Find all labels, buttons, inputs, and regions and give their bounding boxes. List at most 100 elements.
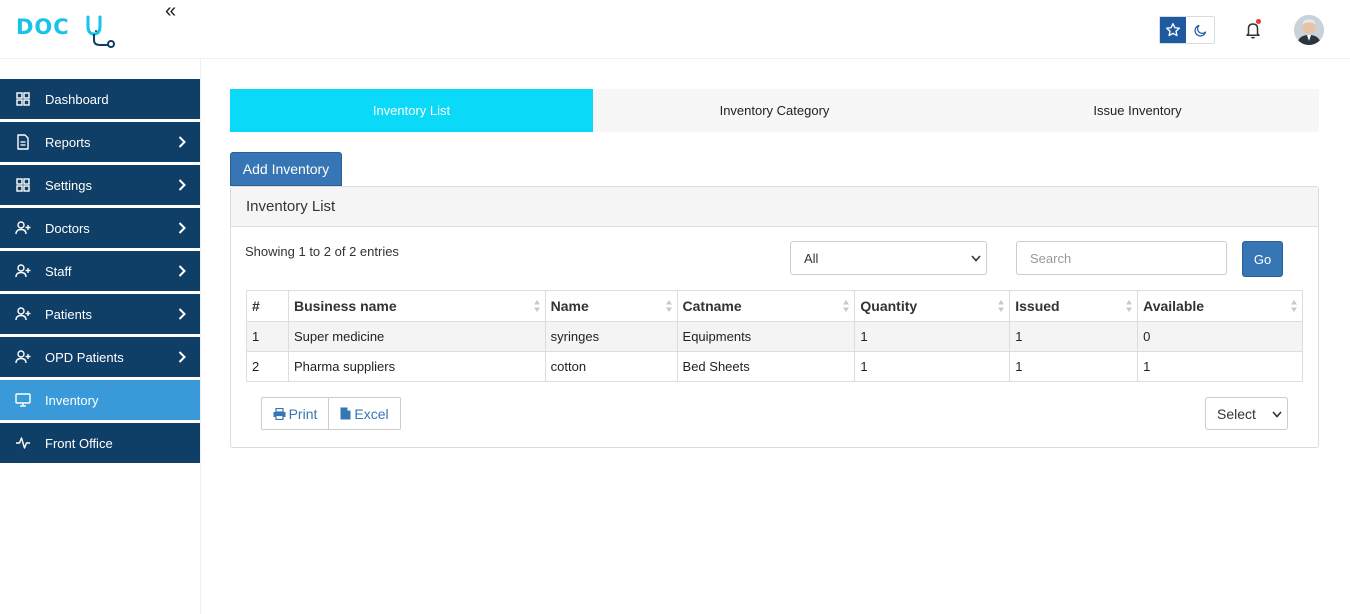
sidebar-item-label: Reports xyxy=(45,134,91,150)
column-header-catname[interactable]: Catname xyxy=(676,290,856,322)
table-header-row: # Business name Name Catname Quantity Is… xyxy=(246,290,1303,322)
theme-toggle[interactable] xyxy=(1159,16,1215,44)
sort-icon xyxy=(1291,300,1297,312)
table-cell: Super medicine xyxy=(287,321,546,352)
sidebar: Dashboard Reports Settings Doctors Staff… xyxy=(0,59,201,614)
inventory-table: # Business name Name Catname Quantity Is… xyxy=(246,290,1303,382)
table-cell: 0 xyxy=(1137,321,1303,352)
logo-text: DOC xyxy=(16,15,70,39)
column-label: # xyxy=(252,298,260,314)
chevron-right-icon xyxy=(178,351,186,363)
sidebar-item-settings[interactable]: Settings xyxy=(0,165,200,205)
print-button[interactable]: Print xyxy=(261,397,329,430)
column-label: Available xyxy=(1143,298,1205,314)
inventory-list-panel: Inventory List Showing 1 to 2 of 2 entri… xyxy=(230,186,1319,448)
avatar[interactable] xyxy=(1294,15,1324,45)
sidebar-item-inventory[interactable]: Inventory xyxy=(0,380,200,420)
tab-inventory-category[interactable]: Inventory Category xyxy=(593,89,956,132)
page-size-value: Select xyxy=(1217,405,1256,422)
chevron-right-icon xyxy=(178,308,186,320)
search-input[interactable] xyxy=(1016,241,1227,275)
add-inventory-button[interactable]: Add Inventory xyxy=(230,152,342,186)
sort-icon xyxy=(665,300,672,312)
table-cell: Equipments xyxy=(676,321,856,352)
column-label: Name xyxy=(550,298,589,314)
chevron-down-icon xyxy=(971,255,981,262)
sidebar-item-patients[interactable]: Patients xyxy=(0,294,200,334)
excel-button[interactable]: Excel xyxy=(329,397,401,430)
filter-select[interactable]: All xyxy=(790,241,987,275)
table-row: 1 Super medicine syringes Equipments 1 1… xyxy=(246,321,1303,352)
chevron-right-icon xyxy=(178,179,186,191)
column-header-name[interactable]: Name xyxy=(544,290,678,322)
sidebar-item-label: Doctors xyxy=(45,220,90,236)
panel-title: Inventory List xyxy=(231,187,1318,227)
stethoscope-icon xyxy=(86,15,115,48)
activity-icon xyxy=(15,435,31,451)
document-icon xyxy=(15,134,31,150)
table-cell: syringes xyxy=(544,321,678,352)
go-button[interactable]: Go xyxy=(1242,241,1283,277)
sidebar-item-front-office[interactable]: Front Office xyxy=(0,423,200,463)
column-header-number[interactable]: # xyxy=(246,290,289,322)
column-label: Business name xyxy=(293,298,397,314)
table-cell: cotton xyxy=(544,351,678,382)
chevron-right-icon xyxy=(178,136,186,148)
column-header-quantity[interactable]: Quantity xyxy=(854,290,1011,322)
printer-icon xyxy=(273,407,286,420)
filter-select-value: All xyxy=(804,250,819,266)
sidebar-item-label: Inventory xyxy=(45,392,99,408)
table-cell: 1 xyxy=(1009,351,1139,382)
collapse-sidebar-button[interactable]: « xyxy=(165,0,176,22)
table-cell: 1 xyxy=(854,321,1011,352)
table-cell: Pharma suppliers xyxy=(287,351,546,382)
tab-inventory-list[interactable]: Inventory List xyxy=(230,89,593,132)
moon-icon[interactable] xyxy=(1186,17,1214,43)
sidebar-item-label: Staff xyxy=(45,263,72,279)
column-label: Quantity xyxy=(860,298,918,314)
sidebar-item-reports[interactable]: Reports xyxy=(0,122,200,162)
sidebar-item-label: Patients xyxy=(45,306,92,322)
sidebar-item-doctors[interactable]: Doctors xyxy=(0,208,200,248)
star-icon[interactable] xyxy=(1160,17,1186,43)
chevron-right-icon xyxy=(178,222,186,234)
sidebar-nav: Dashboard Reports Settings Doctors Staff… xyxy=(0,79,200,466)
top-bar: DOC « xyxy=(0,0,1350,59)
table-cell: 1 xyxy=(1137,351,1303,382)
table-cell: 1 xyxy=(246,321,289,352)
sort-icon xyxy=(843,300,850,312)
dashboard-grid-icon xyxy=(15,91,31,107)
column-label: Catname xyxy=(682,298,742,314)
user-plus-icon xyxy=(15,220,31,236)
notification-dot xyxy=(1256,19,1261,24)
logo[interactable]: DOC xyxy=(16,14,118,48)
tab-issue-inventory[interactable]: Issue Inventory xyxy=(956,89,1319,132)
entries-info: Showing 1 to 2 of 2 entries xyxy=(245,244,399,259)
table-cell: 1 xyxy=(1009,321,1139,352)
sidebar-item-dashboard[interactable]: Dashboard xyxy=(0,79,200,119)
user-plus-icon xyxy=(15,306,31,322)
excel-label: Excel xyxy=(354,405,389,422)
user-plus-icon xyxy=(15,349,31,365)
sort-icon xyxy=(1126,300,1133,312)
notifications-button[interactable] xyxy=(1244,19,1262,40)
monitor-icon xyxy=(15,392,31,408)
table-cell: Bed Sheets xyxy=(676,351,856,382)
settings-grid-icon xyxy=(15,177,31,193)
print-label: Print xyxy=(288,405,318,422)
sidebar-item-staff[interactable]: Staff xyxy=(0,251,200,291)
chevron-right-icon xyxy=(178,265,186,277)
sort-icon xyxy=(998,300,1005,312)
sidebar-item-opd-patients[interactable]: OPD Patients xyxy=(0,337,200,377)
table-cell: 2 xyxy=(246,351,289,382)
page-size-select[interactable]: Select xyxy=(1205,397,1288,430)
sidebar-item-label: OPD Patients xyxy=(45,349,124,365)
sort-icon xyxy=(533,300,540,312)
column-header-business-name[interactable]: Business name xyxy=(287,290,546,322)
column-header-issued[interactable]: Issued xyxy=(1009,290,1139,322)
column-header-available[interactable]: Available xyxy=(1137,290,1303,322)
table-row: 2 Pharma suppliers cotton Bed Sheets 1 1… xyxy=(246,351,1303,382)
chevron-down-icon xyxy=(1272,411,1282,418)
inventory-tabs: Inventory List Inventory Category Issue … xyxy=(230,89,1319,132)
table-cell: 1 xyxy=(854,351,1011,382)
